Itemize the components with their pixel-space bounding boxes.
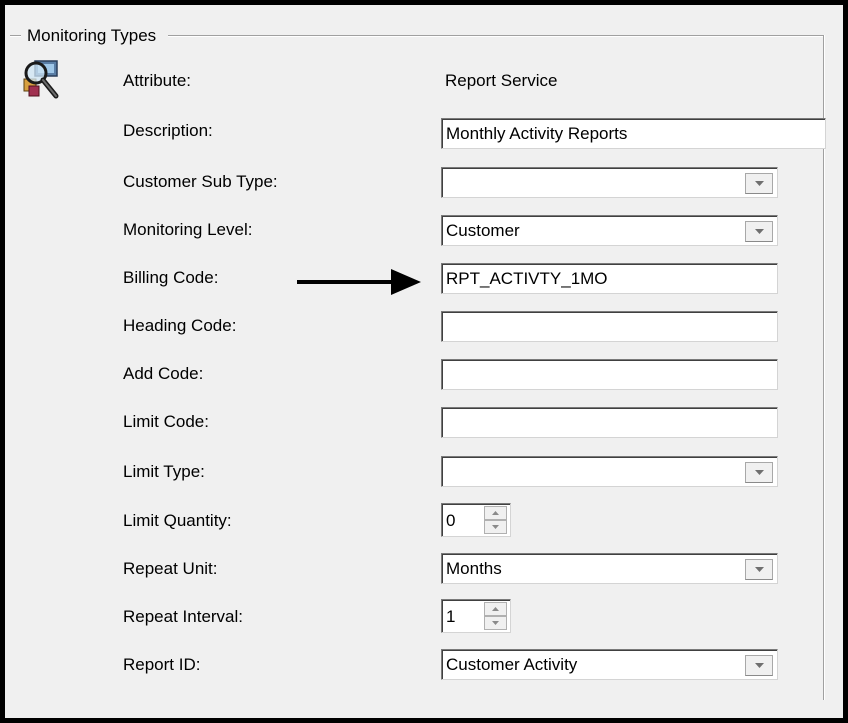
description-label: Description:	[123, 121, 213, 140]
repeat-interval-decrement-button[interactable]	[484, 616, 507, 630]
add-code-field[interactable]	[441, 359, 778, 390]
attribute-label: Attribute:	[123, 71, 192, 90]
description-value: Monthly Activity Reports	[446, 124, 628, 143]
chevron-down-icon	[492, 525, 499, 529]
repeat-interval-spinner[interactable]: 1	[441, 599, 511, 633]
chevron-up-icon	[492, 511, 499, 515]
report-id-dropdown-button[interactable]	[745, 655, 773, 676]
limit-quantity-spinner[interactable]: 0	[441, 503, 511, 537]
chevron-down-icon	[755, 470, 764, 475]
limit-quantity-increment-button[interactable]	[484, 506, 507, 520]
limit-code-field[interactable]	[441, 407, 778, 438]
repeat-unit-dropdown-button[interactable]	[745, 559, 773, 580]
report-id-dropdown[interactable]: Customer Activity	[441, 649, 778, 680]
group-title: Monitoring Types	[21, 25, 169, 47]
repeat-unit-value: Months	[446, 559, 502, 578]
customer-sub-type-dropdown[interactable]	[441, 167, 778, 198]
chevron-up-icon	[492, 607, 499, 611]
chevron-down-icon	[755, 663, 764, 668]
limit-quantity-label: Limit Quantity:	[123, 511, 232, 530]
monitoring-level-label: Monitoring Level:	[123, 220, 253, 239]
customer-sub-type-label: Customer Sub Type:	[123, 172, 278, 191]
repeat-unit-dropdown[interactable]: Months	[441, 553, 778, 584]
monitoring-level-dropdown-button[interactable]	[745, 221, 773, 242]
heading-code-field[interactable]	[441, 311, 778, 342]
billing-code-value: RPT_ACTIVTY_1MO	[446, 269, 608, 288]
limit-quantity-value: 0	[446, 511, 456, 530]
chevron-down-icon	[755, 181, 764, 186]
monitoring-magnifier-icon	[23, 60, 59, 99]
description-field[interactable]: Monthly Activity Reports	[441, 118, 826, 149]
customer-sub-type-dropdown-button[interactable]	[745, 173, 773, 194]
chevron-down-icon	[755, 229, 764, 234]
arrow-right-icon	[297, 269, 421, 295]
attribute-value: Report Service	[445, 71, 558, 90]
monitoring-types-panel: Monitoring Types Attribute: Report Servi…	[0, 0, 848, 723]
monitoring-level-dropdown[interactable]: Customer	[441, 215, 778, 246]
report-id-label: Report ID:	[123, 655, 201, 674]
repeat-interval-value: 1	[446, 607, 456, 626]
chevron-down-icon	[492, 621, 499, 625]
limit-type-dropdown-button[interactable]	[745, 462, 773, 483]
repeat-unit-label: Repeat Unit:	[123, 559, 218, 578]
chevron-down-icon	[755, 567, 764, 572]
limit-type-label: Limit Type:	[123, 462, 205, 481]
limit-type-dropdown[interactable]	[441, 456, 778, 487]
repeat-interval-increment-button[interactable]	[484, 602, 507, 616]
limit-quantity-decrement-button[interactable]	[484, 520, 507, 534]
heading-code-label: Heading Code:	[123, 316, 237, 335]
limit-code-label: Limit Code:	[123, 412, 209, 431]
repeat-interval-label: Repeat Interval:	[123, 607, 244, 626]
billing-code-label: Billing Code:	[123, 268, 219, 287]
add-code-label: Add Code:	[123, 364, 204, 383]
monitoring-level-value: Customer	[446, 221, 520, 240]
report-id-value: Customer Activity	[446, 655, 578, 674]
billing-code-field[interactable]: RPT_ACTIVTY_1MO	[441, 263, 778, 294]
